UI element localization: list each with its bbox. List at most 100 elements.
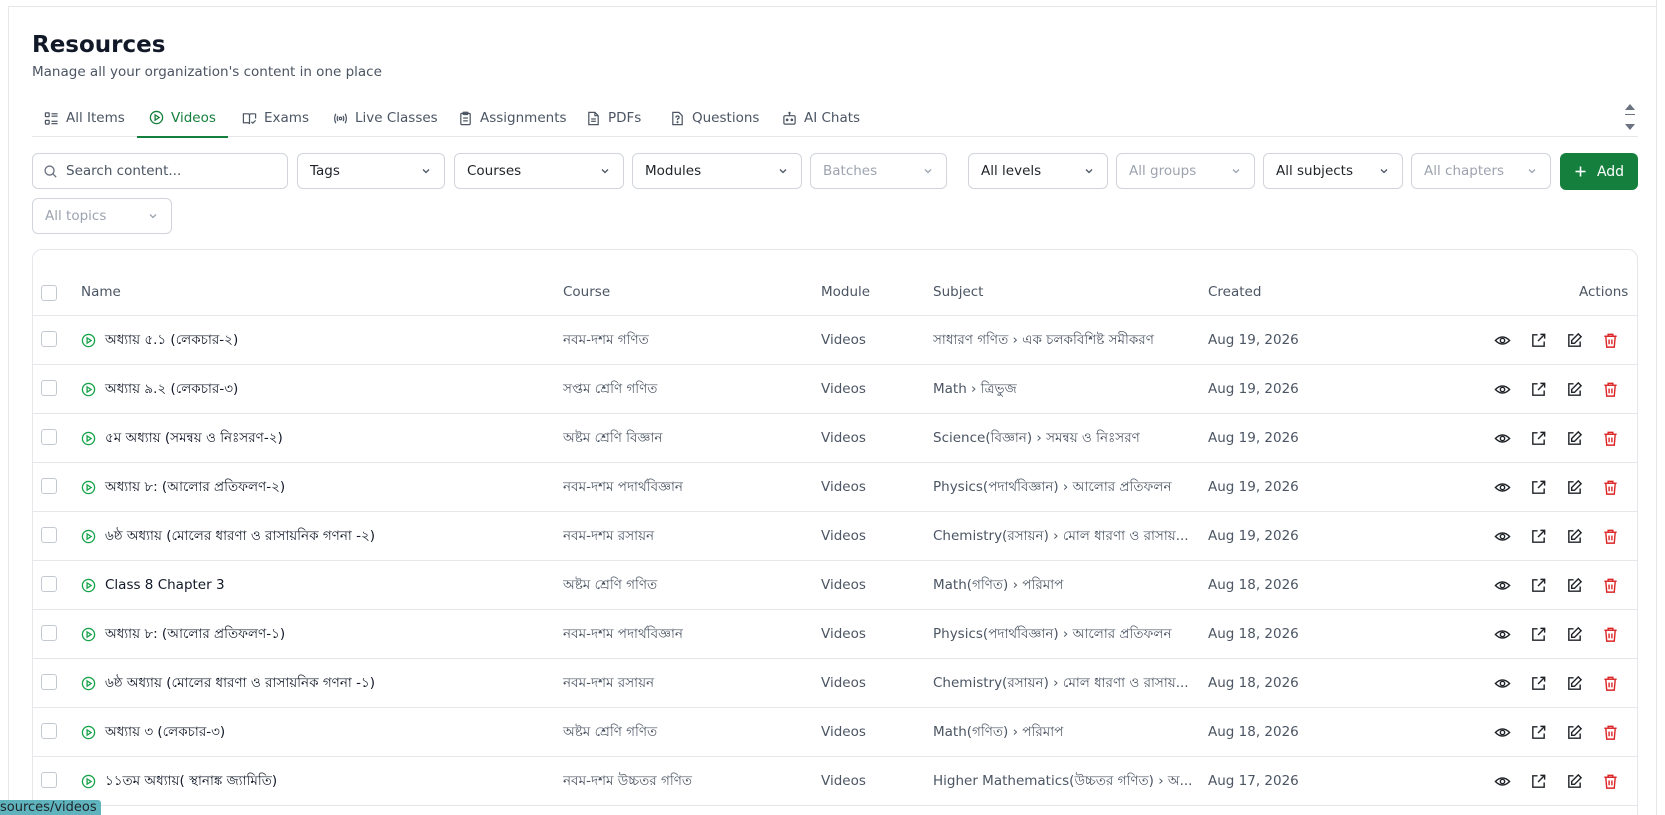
tab-live-classes[interactable]: Live Classes [321, 99, 450, 137]
table-row[interactable]: অধ্যায় ৩ (লেকচার-৩) অষ্টম শ্রেণি গণিত Vid… [33, 708, 1637, 757]
edit-button[interactable] [1564, 379, 1584, 399]
table-row[interactable]: অধ্যায় ৯.২ (লেকচার-৩) সপ্তম শ্রেণি গণিত V… [33, 365, 1637, 414]
tab-scroll-arrows[interactable] [1624, 102, 1636, 132]
open-external-button[interactable] [1528, 575, 1548, 595]
delete-button[interactable] [1600, 379, 1620, 399]
subjects-filter[interactable]: All subjects [1263, 153, 1403, 189]
row-checkbox[interactable] [41, 772, 57, 788]
view-button[interactable] [1492, 575, 1512, 595]
table-row[interactable]: অধ্যায় ৮: (আলোর প্রতিফলণ-২) নবম-দশম পদার… [33, 463, 1637, 512]
row-checkbox[interactable] [41, 331, 57, 347]
tab-exams[interactable]: Exams [230, 99, 321, 137]
batches-filter[interactable]: Batches [810, 153, 947, 189]
video-name[interactable]: অধ্যায় ৮: (আলোর প্রতিফলণ-১) [105, 623, 285, 646]
table-row[interactable]: ৬ষ্ঠ অধ্যায় (মোলের ধারণা ও রাসায়নিক গণ… [33, 512, 1637, 561]
scroll-down-icon[interactable] [1625, 124, 1635, 130]
row-checkbox[interactable] [41, 527, 57, 543]
view-button[interactable] [1492, 526, 1512, 546]
search-input[interactable] [66, 163, 266, 179]
name-cell[interactable]: অধ্যায় ৩ (লেকচার-৩) [81, 708, 551, 756]
chapters-filter[interactable]: All chapters [1411, 153, 1551, 189]
tab-assignments[interactable]: Assignments [446, 99, 579, 137]
table-row[interactable]: অধ্যায় ৮: (আলোর প্রতিফলণ-১) নবম-দশম পদার… [33, 610, 1637, 659]
view-button[interactable] [1492, 379, 1512, 399]
search-box[interactable] [32, 153, 288, 189]
row-checkbox[interactable] [41, 674, 57, 690]
topics-filter[interactable]: All topics [32, 198, 172, 234]
open-external-button[interactable] [1528, 379, 1548, 399]
delete-button[interactable] [1600, 673, 1620, 693]
edit-button[interactable] [1564, 575, 1584, 595]
view-button[interactable] [1492, 330, 1512, 350]
open-external-button[interactable] [1528, 526, 1548, 546]
name-cell[interactable]: ১১তম অধ্যায়( স্থানাঙ্ক জ্যামিতি) [81, 757, 551, 805]
edit-button[interactable] [1564, 477, 1584, 497]
row-checkbox[interactable] [41, 576, 57, 592]
name-cell[interactable]: Class 8 Chapter 3 [81, 561, 551, 609]
video-name[interactable]: ৬ষ্ঠ অধ্যায় (মোলের ধারণা ও রাসায়নিক গণ… [105, 525, 375, 548]
header-module[interactable]: Module [821, 284, 870, 300]
tab-ai-chats[interactable]: AI Chats [770, 99, 872, 137]
header-name[interactable]: Name [81, 284, 121, 300]
delete-button[interactable] [1600, 477, 1620, 497]
tags-filter[interactable]: Tags [297, 153, 445, 189]
delete-button[interactable] [1600, 624, 1620, 644]
name-cell[interactable]: ৬ষ্ঠ অধ্যায় (মোলের ধারণা ও রাসায়নিক গণ… [81, 512, 551, 560]
groups-filter[interactable]: All groups [1116, 153, 1255, 189]
add-button[interactable]: Add [1560, 153, 1638, 190]
open-external-button[interactable] [1528, 428, 1548, 448]
row-checkbox[interactable] [41, 478, 57, 494]
select-all-checkbox[interactable] [41, 285, 57, 301]
row-checkbox[interactable] [41, 380, 57, 396]
view-button[interactable] [1492, 673, 1512, 693]
row-checkbox[interactable] [41, 625, 57, 641]
row-checkbox[interactable] [41, 723, 57, 739]
edit-button[interactable] [1564, 722, 1584, 742]
edit-button[interactable] [1564, 526, 1584, 546]
scroll-up-icon[interactable] [1625, 104, 1635, 110]
levels-filter[interactable]: All levels [968, 153, 1108, 189]
edit-button[interactable] [1564, 673, 1584, 693]
open-external-button[interactable] [1528, 771, 1548, 791]
modules-filter[interactable]: Modules [632, 153, 802, 189]
open-external-button[interactable] [1528, 330, 1548, 350]
name-cell[interactable]: ৬ষ্ঠ অধ্যায় (মোলের ধারণা ও রাসায়নিক গণ… [81, 659, 551, 707]
table-row[interactable]: Class 8 Chapter 3 অষ্টম শ্রেণি গণিত Videos… [33, 561, 1637, 610]
video-name[interactable]: ৫ম অধ্যায় (সমন্বয় ও নিঃসরণ-২) [105, 427, 283, 450]
open-external-button[interactable] [1528, 477, 1548, 497]
courses-filter[interactable]: Courses [454, 153, 624, 189]
table-row[interactable]: ১১তম অধ্যায়( স্থানাঙ্ক জ্যামিতি) নবম-দশম… [33, 757, 1637, 806]
video-name[interactable]: Class 8 Chapter 3 [105, 577, 225, 593]
delete-button[interactable] [1600, 526, 1620, 546]
tab-videos[interactable]: Videos [137, 99, 228, 138]
name-cell[interactable]: ৫ম অধ্যায় (সমন্বয় ও নিঃসরণ-২) [81, 414, 551, 462]
table-row[interactable]: ৬ষ্ঠ অধ্যায় (মোলের ধারণা ও রাসায়নিক গণ… [33, 659, 1637, 708]
open-external-button[interactable] [1528, 722, 1548, 742]
name-cell[interactable]: অধ্যায় ৫.১ (লেকচার-২) [81, 316, 551, 364]
video-name[interactable]: অধ্যায় ৮: (আলোর প্রতিফলণ-২) [105, 476, 285, 499]
header-subject[interactable]: Subject [933, 284, 983, 300]
video-name[interactable]: অধ্যায় ৩ (লেকচার-৩) [105, 721, 225, 744]
video-name[interactable]: ১১তম অধ্যায়( স্থানাঙ্ক জ্যামিতি) [105, 770, 277, 793]
video-name[interactable]: অধ্যায় ৫.১ (লেকচার-২) [105, 329, 238, 352]
edit-button[interactable] [1564, 771, 1584, 791]
edit-button[interactable] [1564, 330, 1584, 350]
open-external-button[interactable] [1528, 624, 1548, 644]
view-button[interactable] [1492, 428, 1512, 448]
delete-button[interactable] [1600, 722, 1620, 742]
table-row[interactable]: ৫ম অধ্যায় (সমন্বয় ও নিঃসরণ-২) অষ্টম শ্র… [33, 414, 1637, 463]
delete-button[interactable] [1600, 771, 1620, 791]
name-cell[interactable]: অধ্যায় ৯.২ (লেকচার-৩) [81, 365, 551, 413]
delete-button[interactable] [1600, 330, 1620, 350]
tab-pdfs[interactable]: PDFs [574, 99, 653, 137]
video-name[interactable]: অধ্যায় ৯.২ (লেকচার-৩) [105, 378, 238, 401]
view-button[interactable] [1492, 722, 1512, 742]
tab-all-items[interactable]: All Items [32, 99, 137, 137]
view-button[interactable] [1492, 477, 1512, 497]
name-cell[interactable]: অধ্যায় ৮: (আলোর প্রতিফলণ-১) [81, 610, 551, 658]
name-cell[interactable]: অধ্যায় ৮: (আলোর প্রতিফলণ-২) [81, 463, 551, 511]
row-checkbox[interactable] [41, 429, 57, 445]
open-external-button[interactable] [1528, 673, 1548, 693]
header-created[interactable]: Created [1208, 284, 1261, 300]
edit-button[interactable] [1564, 428, 1584, 448]
